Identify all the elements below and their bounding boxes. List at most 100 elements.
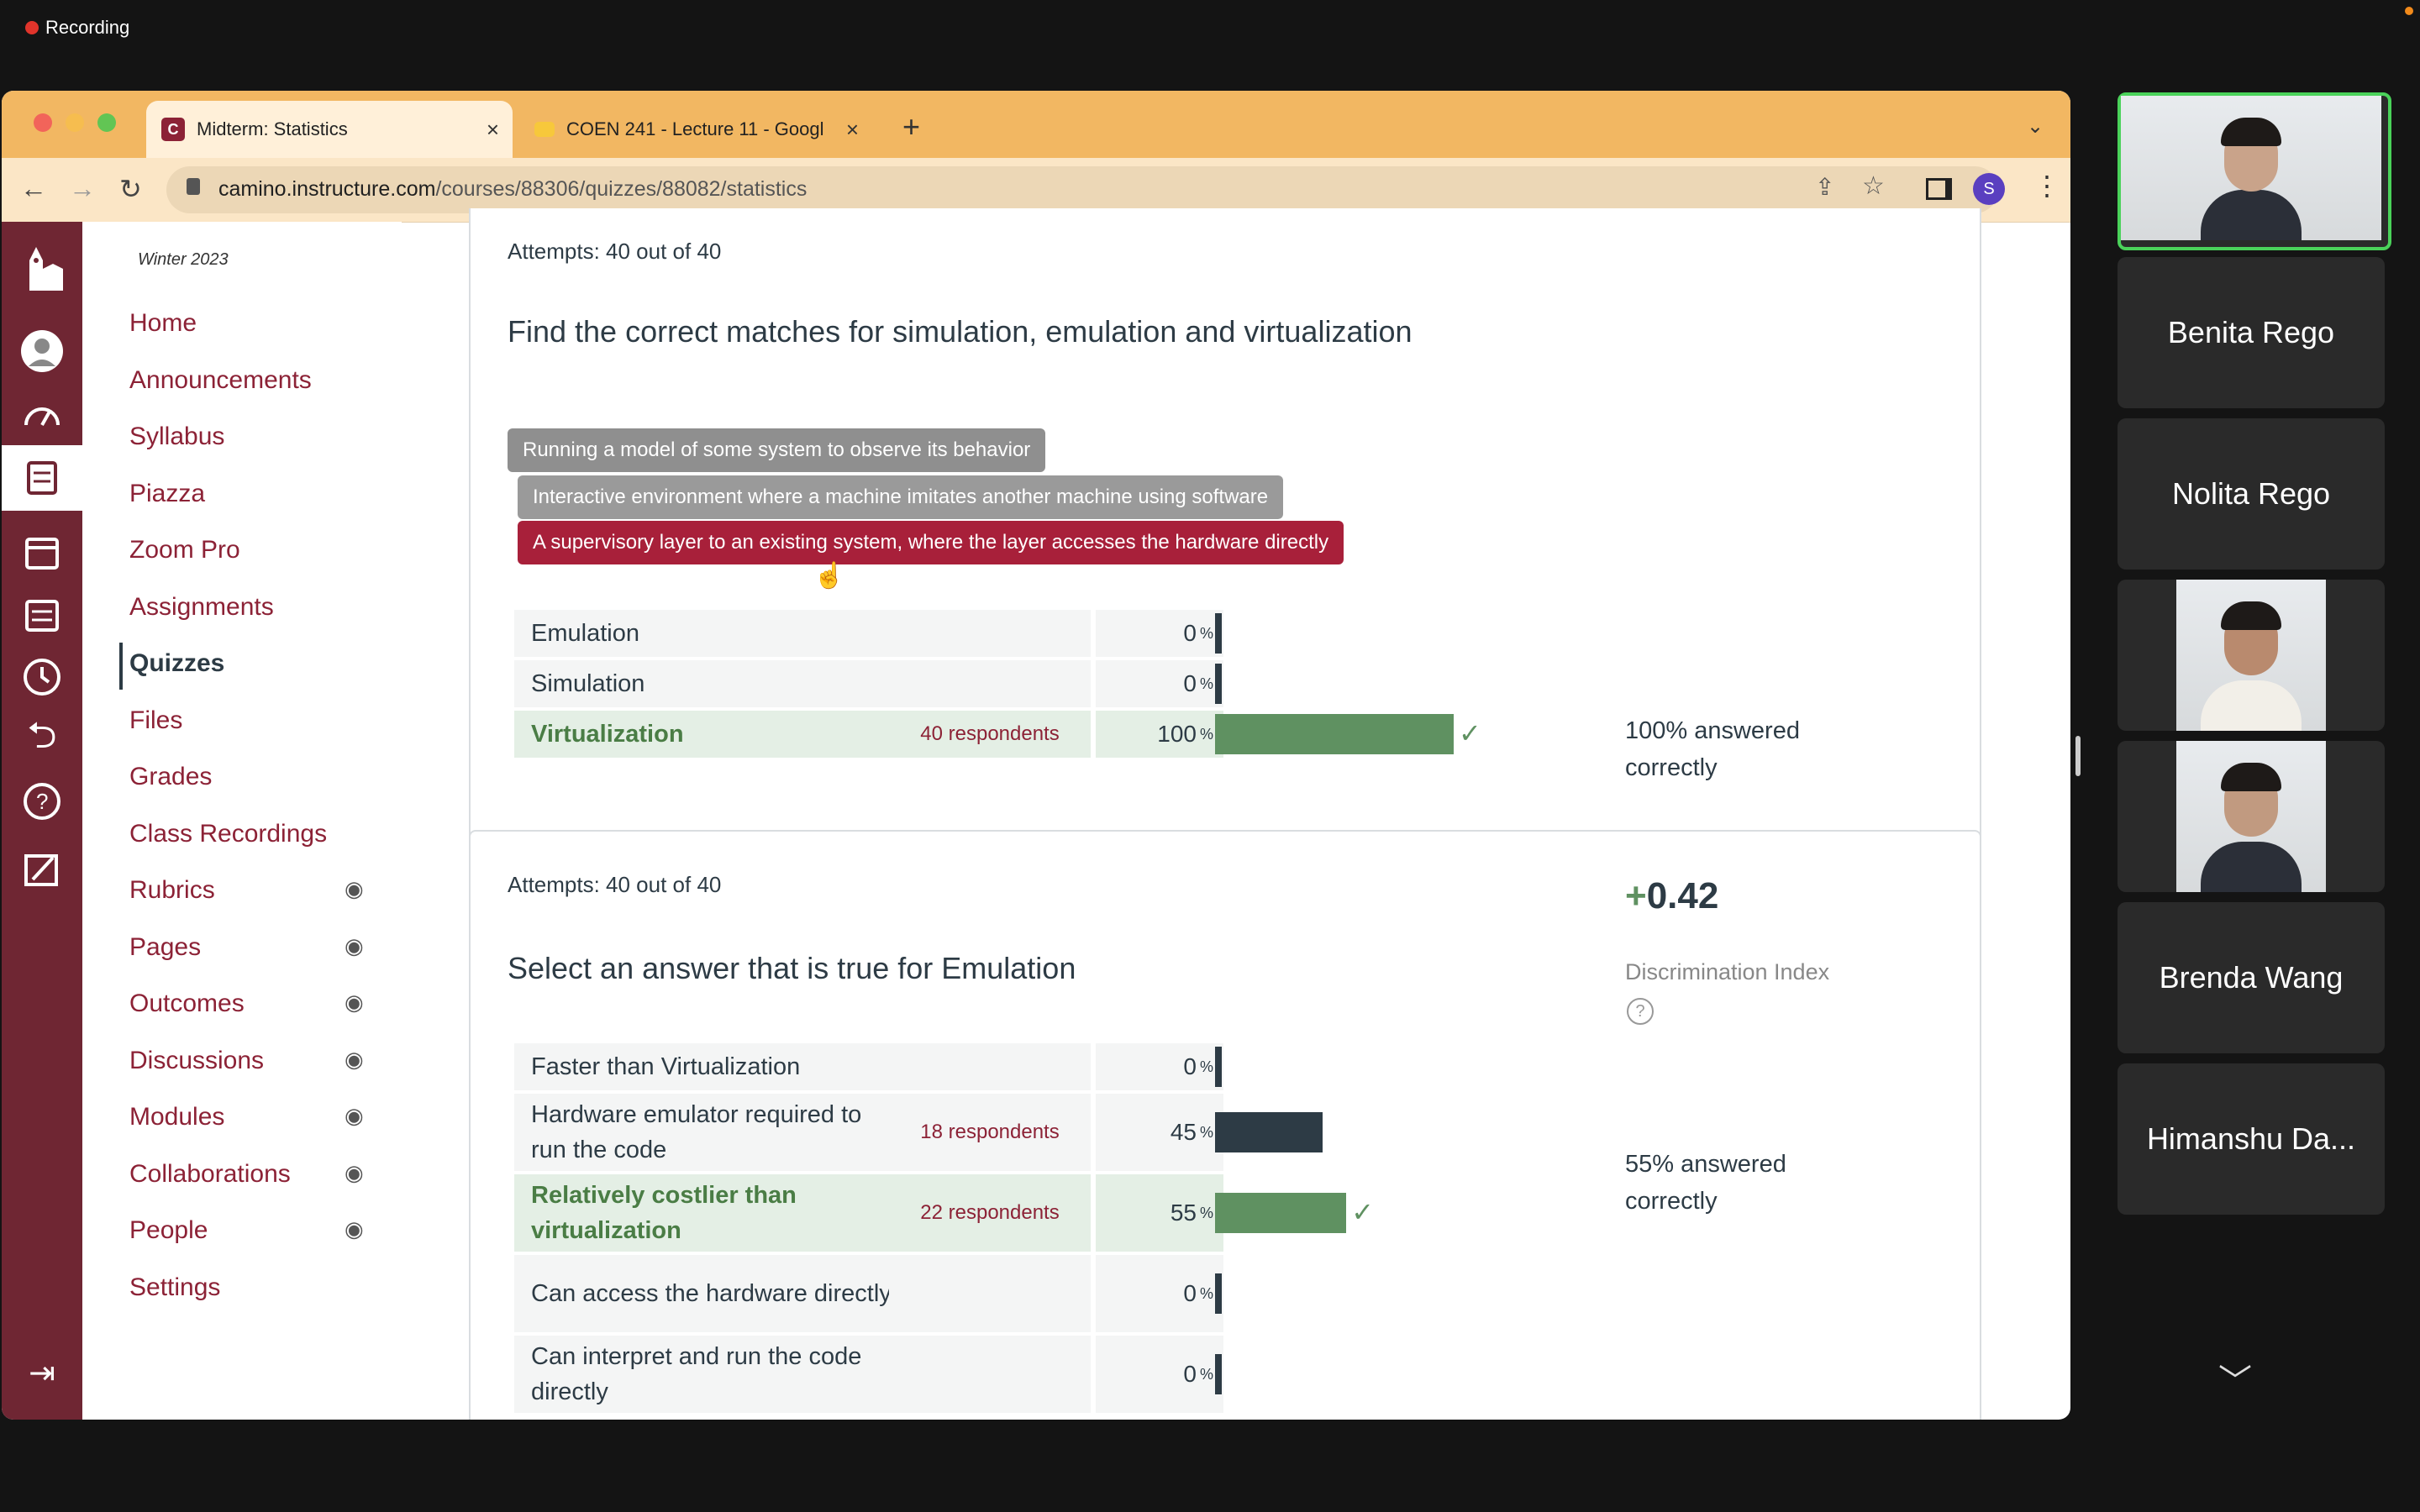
respondent-count[interactable]: [889, 1336, 1091, 1413]
course-nav-syllabus[interactable]: Syllabus: [129, 423, 224, 451]
profile-avatar[interactable]: S: [1973, 173, 2005, 205]
course-nav-announcements[interactable]: Announcements: [129, 366, 312, 395]
disc-sign: +: [1625, 875, 1647, 916]
person-hair: [2221, 118, 2281, 146]
tab-lecture-slides[interactable]: COEN 241 - Lecture 11 - Googl ×: [519, 101, 872, 158]
courses-icon[interactable]: [2, 445, 82, 511]
answer-bar: [1215, 1273, 1222, 1314]
course-nav-people[interactable]: People: [129, 1216, 208, 1245]
respondent-count[interactable]: 18 respondents: [889, 1094, 1091, 1171]
percent-sign: %: [1199, 1365, 1213, 1383]
side-panel-icon[interactable]: [1926, 178, 1952, 200]
course-nav-home[interactable]: Home: [129, 309, 197, 338]
svg-text:?: ?: [36, 789, 48, 814]
course-nav-assignments[interactable]: Assignments: [129, 593, 274, 622]
course-nav-grades[interactable]: Grades: [129, 763, 212, 791]
tab-title: COEN 241 - Lecture 11 - Googl: [566, 118, 824, 139]
institution-logo-icon[interactable]: [2, 235, 82, 294]
respondent-count[interactable]: [889, 660, 1091, 707]
disc-number: 0.42: [1646, 875, 1719, 916]
answer-row: Can access the hardware directly 0%: [514, 1255, 1523, 1332]
course-term: Winter 2023: [138, 250, 229, 269]
q1-question-text: Find the correct matches for simulation,…: [508, 314, 1413, 349]
account-icon[interactable]: [2, 328, 82, 375]
hidden-eye-icon: ◉: [345, 1159, 364, 1185]
correct-check-icon: ✓: [1459, 718, 1481, 748]
inbox-icon[interactable]: [2, 591, 82, 638]
tab-search-chevron-icon[interactable]: ⌄: [2027, 114, 2044, 139]
help-icon[interactable]: ?: [2, 778, 82, 825]
dashboard-icon[interactable]: [2, 390, 82, 437]
percent-sign: %: [1199, 1204, 1213, 1221]
maximize-window-icon[interactable]: [97, 113, 116, 132]
answer-label: Emulation: [514, 610, 901, 657]
tab-close-icon[interactable]: ×: [487, 117, 499, 143]
course-nav-modules[interactable]: Modules: [129, 1103, 224, 1131]
studio-icon[interactable]: [2, 847, 82, 894]
reload-button[interactable]: ↻: [119, 173, 142, 205]
course-nav-class-recordings[interactable]: Class Recordings: [129, 820, 327, 848]
course-nav-files[interactable]: Files: [129, 706, 182, 735]
close-window-icon[interactable]: [34, 113, 52, 132]
hidden-eye-icon: ◉: [345, 1046, 364, 1072]
commons-icon[interactable]: ⮌: [2, 715, 82, 763]
collapse-nav-icon[interactable]: ⇥: [2, 1349, 82, 1396]
participant-tile[interactable]: Himanshu Da...: [2118, 1063, 2385, 1215]
panel-resize-handle[interactable]: [2075, 736, 2081, 776]
mic-in-use-icon: [2405, 7, 2413, 15]
participant-video: [2176, 741, 2326, 892]
course-nav-pages[interactable]: Pages: [129, 933, 201, 962]
respondent-count[interactable]: [889, 610, 1091, 657]
course-nav-collaborations[interactable]: Collaborations: [129, 1160, 291, 1189]
answer-percent: 45%: [1096, 1094, 1223, 1171]
answer-bar: [1215, 613, 1222, 654]
course-nav-rubrics[interactable]: Rubrics: [129, 876, 215, 905]
tab-midterm-statistics[interactable]: C Midterm: Statistics ×: [146, 101, 513, 158]
q2-answered-correctly: 55% answered correctly: [1625, 1146, 1786, 1220]
participant-tile[interactable]: [2118, 92, 2391, 250]
percent-sign: %: [1199, 1284, 1213, 1302]
calendar-icon[interactable]: [2, 529, 82, 576]
participant-tile[interactable]: Nolita Rego: [2118, 418, 2385, 570]
new-tab-button[interactable]: +: [902, 109, 920, 144]
course-nav-quizzes[interactable]: Quizzes: [129, 649, 224, 678]
participant-tile[interactable]: Brenda Wang: [2118, 902, 2385, 1053]
course-nav-discussions[interactable]: Discussions: [129, 1047, 264, 1075]
hidden-eye-icon: ◉: [345, 932, 364, 958]
percent-value: 0: [1183, 670, 1197, 696]
answer-label: Faster than Virtualization: [514, 1043, 901, 1090]
course-nav-piazza[interactable]: Piazza: [129, 480, 205, 508]
answer-bar: [1215, 664, 1222, 704]
answer-label: Can interpret and run the code directly: [514, 1336, 901, 1413]
course-nav-outcomes[interactable]: Outcomes: [129, 990, 245, 1018]
answer-row: Simulation 0%: [514, 660, 1523, 707]
q1-answered-correctly: 100% answered correctly: [1625, 712, 1800, 786]
share-icon[interactable]: ⇪: [1815, 173, 1834, 201]
answer-bar: [1215, 1354, 1222, 1394]
participant-tile[interactable]: Benita Rego: [2118, 257, 2385, 408]
menu-kebab-icon[interactable]: ⋮: [2033, 170, 2060, 202]
help-circle-icon[interactable]: ?: [1627, 998, 1654, 1025]
answer-bar: [1215, 1112, 1323, 1152]
respondent-count[interactable]: 40 respondents: [889, 711, 1091, 758]
participant-tile[interactable]: [2118, 741, 2385, 892]
scroll-down-chevron-icon[interactable]: ﹀: [2218, 1354, 2252, 1403]
participant-name: Benita Rego: [2167, 315, 2335, 349]
tab-close-icon[interactable]: ×: [846, 117, 859, 143]
respondent-count[interactable]: 22 respondents: [889, 1174, 1091, 1252]
minimize-window-icon[interactable]: [66, 113, 84, 132]
q2-attempts: Attempts: 40 out of 40: [508, 872, 722, 897]
respondent-count[interactable]: [889, 1255, 1091, 1332]
respondent-count[interactable]: [889, 1043, 1091, 1090]
answered-pct: 55% answered: [1625, 1151, 1786, 1178]
forward-button[interactable]: →: [69, 173, 96, 204]
participant-name: Nolita Rego: [2171, 476, 2331, 511]
bookmark-star-icon[interactable]: ☆: [1862, 171, 1885, 201]
answer-bar: [1215, 1047, 1222, 1087]
history-clock-icon[interactable]: [2, 654, 82, 701]
course-nav-zoom-pro[interactable]: Zoom Pro: [129, 536, 240, 564]
course-nav-settings[interactable]: Settings: [129, 1273, 220, 1302]
participant-tile[interactable]: [2118, 580, 2385, 731]
back-button[interactable]: ←: [20, 173, 47, 204]
answer-label: Can access the hardware directly: [514, 1255, 901, 1332]
